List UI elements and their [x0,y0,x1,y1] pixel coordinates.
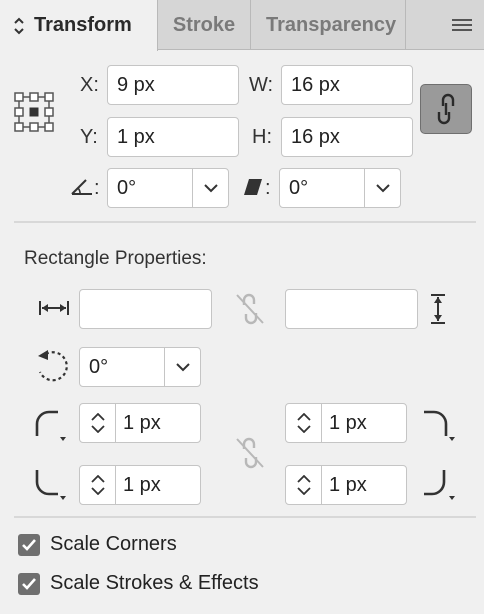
chevron-down-icon [375,184,390,193]
x-label: X: [80,74,99,96]
corner-type-top-right-icon[interactable] [422,408,456,442]
rotate-dropdown-button[interactable] [192,169,228,207]
chevron-down-icon [175,363,190,372]
section-divider [14,221,476,223]
y-label: Y: [80,126,98,148]
h-label: H: [252,126,272,148]
shear-dropdown-button[interactable] [364,169,400,207]
chevron-down-icon[interactable] [90,425,105,433]
corner-radius-bottom-left-field[interactable]: 1 px [79,465,201,505]
chevron-down-icon[interactable] [296,425,311,433]
rect-height-field[interactable] [285,289,418,329]
chevron-down-icon[interactable] [90,487,105,495]
corner-radius-top-right-field[interactable]: 1 px [285,403,407,443]
checkmark-icon [22,578,36,590]
rect-height-icon [431,294,445,324]
corner-type-top-left-icon[interactable] [34,408,68,442]
corner-radius-stepper[interactable] [80,466,116,504]
rect-rotation-field[interactable]: 0° [79,347,201,387]
scale-corners-checkbox[interactable] [18,534,40,556]
reference-point-icon[interactable] [14,92,54,132]
corner-radius-top-left-field[interactable]: 1 px [79,403,201,443]
height-value: 16 px [291,125,340,148]
tab-transparency-label: Transparency [266,13,397,36]
corner-radius-stepper[interactable] [80,404,116,442]
chevron-up-icon[interactable] [90,475,105,483]
scale-strokes-label: Scale Strokes & Effects [50,572,259,594]
corner-type-bottom-right-icon[interactable] [422,468,456,502]
width-field[interactable]: 16 px [281,65,413,105]
rect-width-field[interactable] [79,289,212,329]
corner-radius-top-right-value: 1 px [329,411,367,434]
rotate-angle-icon [71,179,92,195]
chevron-up-icon[interactable] [296,413,311,421]
rectangle-properties-title: Rectangle Properties: [24,248,207,269]
scale-strokes-checkbox[interactable] [18,573,40,595]
x-position-field[interactable]: 9 px [107,65,239,105]
section-divider [14,516,476,518]
shear-field[interactable]: 0° [279,168,401,208]
corner-radius-bottom-right-field[interactable]: 1 px [285,465,407,505]
y-position-field[interactable]: 1 px [107,117,239,157]
chevron-down-icon [203,184,218,193]
rect-width-icon [39,301,69,315]
corner-radius-top-left-value: 1 px [123,411,161,434]
panel-tab-bar: Transform Stroke Transparency [0,0,484,51]
corner-radius-stepper[interactable] [286,404,322,442]
tab-transform-label: Transform [34,14,132,36]
unlinked-dimensions-icon[interactable] [234,292,266,326]
height-field[interactable]: 16 px [281,117,413,157]
tab-transform[interactable]: Transform [0,0,158,51]
tab-stroke-label: Stroke [172,13,236,36]
corner-radius-bottom-right-value: 1 px [329,473,367,496]
chevron-up-icon[interactable] [90,413,105,421]
rect-rotation-dropdown-button[interactable] [164,348,200,386]
w-label: W: [249,74,274,96]
y-position-value: 1 px [117,125,155,148]
shear-value: 0° [289,176,309,199]
panel-menu-icon[interactable] [451,18,473,32]
link-icon [437,93,455,125]
unlinked-corners-icon[interactable] [234,436,266,470]
corner-radius-stepper[interactable] [286,466,322,504]
shear-label: : [265,177,271,199]
rotate-value: 0° [117,176,137,199]
rect-rotation-value: 0° [89,355,109,378]
shear-icon [244,179,262,195]
corner-type-bottom-left-icon[interactable] [34,468,68,502]
checkmark-icon [22,539,36,551]
chevron-down-icon[interactable] [296,487,311,495]
width-value: 16 px [291,73,340,96]
rotate-label: : [94,177,100,199]
chevron-up-icon[interactable] [296,475,311,483]
scale-corners-label: Scale Corners [50,533,177,555]
constrain-proportions-button[interactable] [420,84,472,134]
tab-transparency[interactable]: Transparency [251,0,406,50]
x-position-value: 9 px [117,73,155,96]
corner-radius-bottom-left-value: 1 px [123,473,161,496]
collapse-toggle-icon[interactable] [12,15,26,37]
rotate-shape-icon [38,350,68,382]
tab-stroke[interactable]: Stroke [158,0,251,50]
rotate-field[interactable]: 0° [107,168,229,208]
